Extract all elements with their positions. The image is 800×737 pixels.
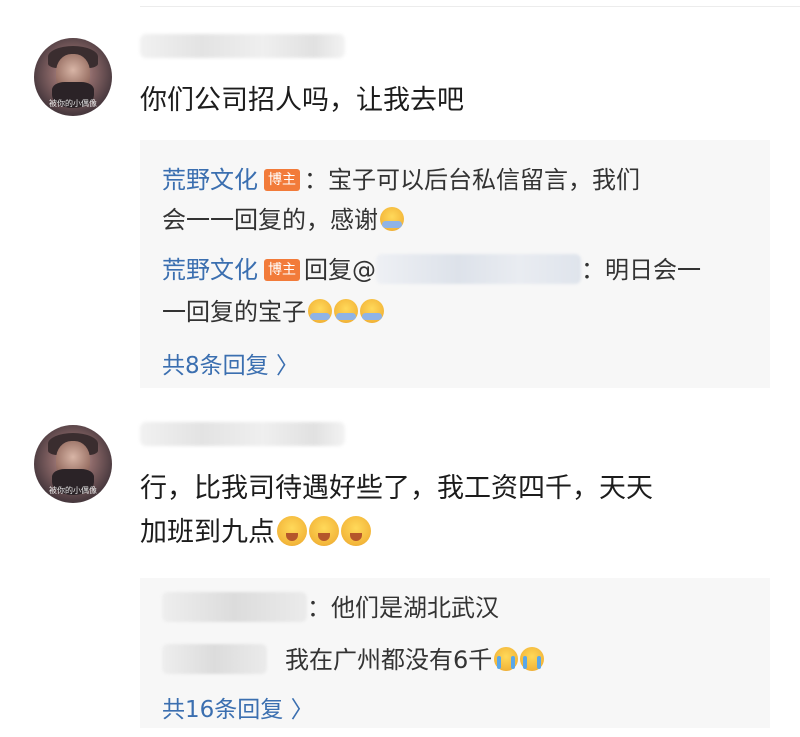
reply-item-continued: 一回复的宝子: [162, 294, 384, 330]
comment-text: 加班到九点: [140, 517, 275, 548]
username-blurred[interactable]: [140, 422, 345, 446]
reply-item[interactable]: 荒野文化 博主 回复@ ：明日会一: [162, 252, 701, 288]
reply-prefix: 回复@: [304, 256, 376, 284]
view-more-replies-link[interactable]: 共16条回复 〉: [162, 690, 314, 724]
reply-item[interactable]: 荒野文化 博主 ：宝子可以后台私信留言，我们: [162, 162, 640, 198]
hug-emoji-icon: [360, 299, 384, 323]
grin-emoji-icon: [309, 516, 339, 546]
crying-emoji-icon: [520, 647, 545, 671]
divider: [140, 6, 800, 7]
reply-box: ：他们是湖北武汉 我在广州都没有6千 共16条回复 〉: [140, 578, 770, 728]
crying-emoji-icon: [494, 647, 519, 671]
reply-author-blurred[interactable]: [162, 592, 307, 622]
reply-box: 荒野文化 博主 ：宝子可以后台私信留言，我们 会一一回复的，感谢 荒野文化 博主 回复@…: [140, 140, 770, 388]
hug-emoji-icon: [334, 299, 358, 323]
author-badge: 博主: [264, 169, 300, 191]
grin-emoji-icon: [277, 516, 307, 546]
grin-emoji-icon: [341, 516, 371, 546]
comment-text: 行，比我司待遇好些了，我工资四千，天天: [140, 473, 653, 504]
hug-emoji-icon: [380, 207, 404, 231]
reply-author-blurred[interactable]: [162, 644, 267, 674]
author-badge: 博主: [264, 259, 300, 281]
reply-text: ：他们是湖北武汉: [307, 594, 499, 622]
reply-item[interactable]: 我在广州都没有6千: [162, 642, 545, 678]
view-more-replies-link[interactable]: 共8条回复 〉: [162, 346, 299, 380]
hug-emoji-icon: [308, 299, 332, 323]
reply-text: 一回复的宝子: [162, 298, 306, 326]
reply-item-continued: 会一一回复的，感谢: [162, 202, 404, 238]
reply-author[interactable]: 荒野文化: [162, 256, 258, 284]
avatar[interactable]: 被你的小偶像: [34, 425, 112, 503]
mentioned-user-blurred[interactable]: [376, 254, 581, 284]
avatar[interactable]: 被你的小偶像: [34, 38, 112, 116]
reply-text: ：明日会一: [581, 256, 701, 284]
reply-author[interactable]: 荒野文化: [162, 166, 258, 194]
comment-text: 你们公司招人吗，让我去吧: [140, 85, 464, 116]
avatar-watermark: 被你的小偶像: [49, 99, 97, 108]
username-blurred[interactable]: [140, 34, 345, 58]
avatar-watermark: 被你的小偶像: [49, 486, 97, 495]
reply-text: 我在广州都没有6千: [285, 646, 493, 674]
reply-text: 会一一回复的，感谢: [162, 206, 378, 234]
comment-text-continued: 加班到九点: [140, 512, 371, 554]
reply-text: ：宝子可以后台私信留言，我们: [304, 166, 640, 194]
reply-item[interactable]: ：他们是湖北武汉: [162, 590, 499, 626]
